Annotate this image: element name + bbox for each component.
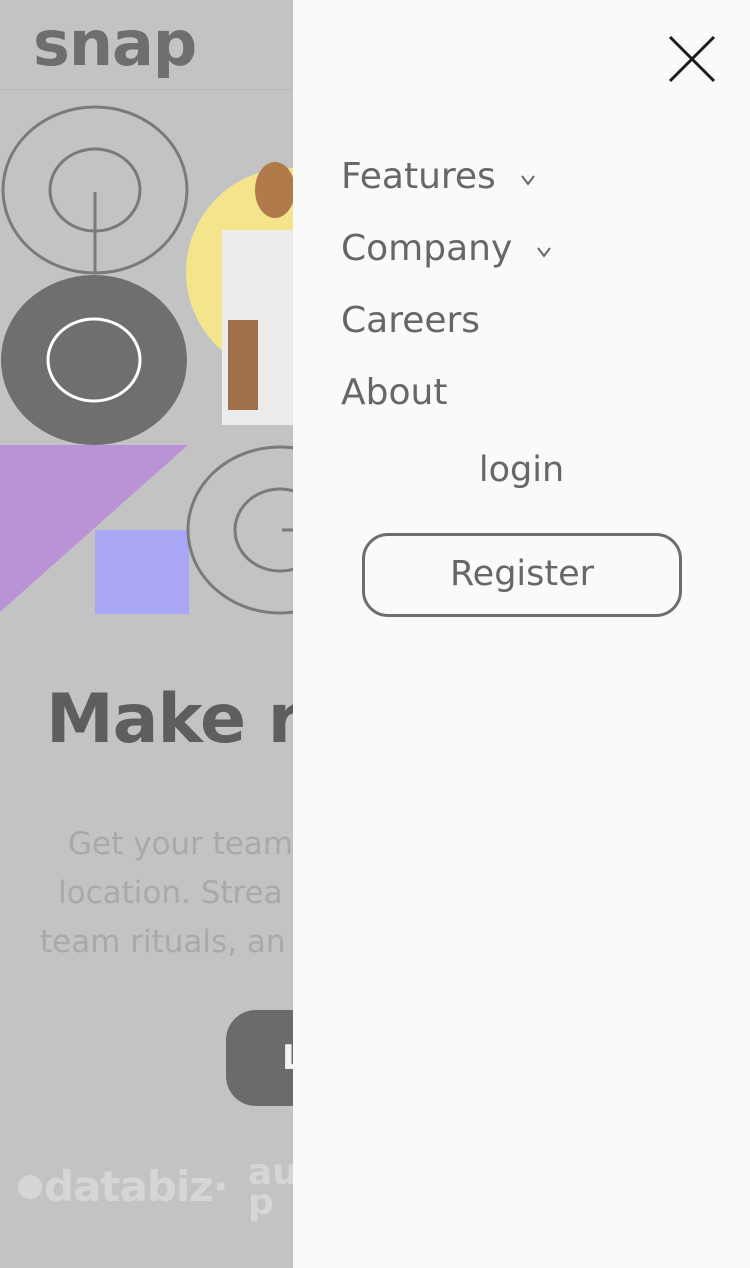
register-button[interactable]: Register xyxy=(362,533,682,617)
nav-item-about[interactable]: About xyxy=(341,356,552,428)
logo[interactable]: snap xyxy=(33,4,197,84)
nav-item-label: About xyxy=(341,371,448,413)
nav-item-label: Careers xyxy=(341,299,481,341)
nav-item-company[interactable]: Company xyxy=(341,212,552,284)
hero-subtext-line: location. Strea xyxy=(58,875,283,911)
databiz-logo: databiz· xyxy=(18,1162,229,1211)
databiz-text: databiz xyxy=(44,1162,214,1211)
databiz-dot-icon xyxy=(18,1175,42,1199)
hero-subtext-line: team rituals, an xyxy=(40,924,286,960)
chevron-down-icon xyxy=(520,175,535,186)
hero-subtext-line: Get your team xyxy=(68,826,294,862)
audiophile-logo: au p xyxy=(248,1152,298,1223)
nav-item-careers[interactable]: Careers xyxy=(341,284,552,356)
nav-item-label: Features xyxy=(341,155,496,197)
nav-item-label: Company xyxy=(341,227,513,269)
close-icon xyxy=(668,35,716,83)
login-link[interactable]: login xyxy=(293,450,750,490)
close-button[interactable] xyxy=(667,34,717,84)
hero-illustration xyxy=(0,105,300,615)
drawer-nav: Features Company Careers About xyxy=(341,140,552,428)
nav-item-features[interactable]: Features xyxy=(341,140,552,212)
nav-drawer: Features Company Careers About login Reg… xyxy=(293,0,750,1268)
chevron-down-icon xyxy=(537,247,552,258)
